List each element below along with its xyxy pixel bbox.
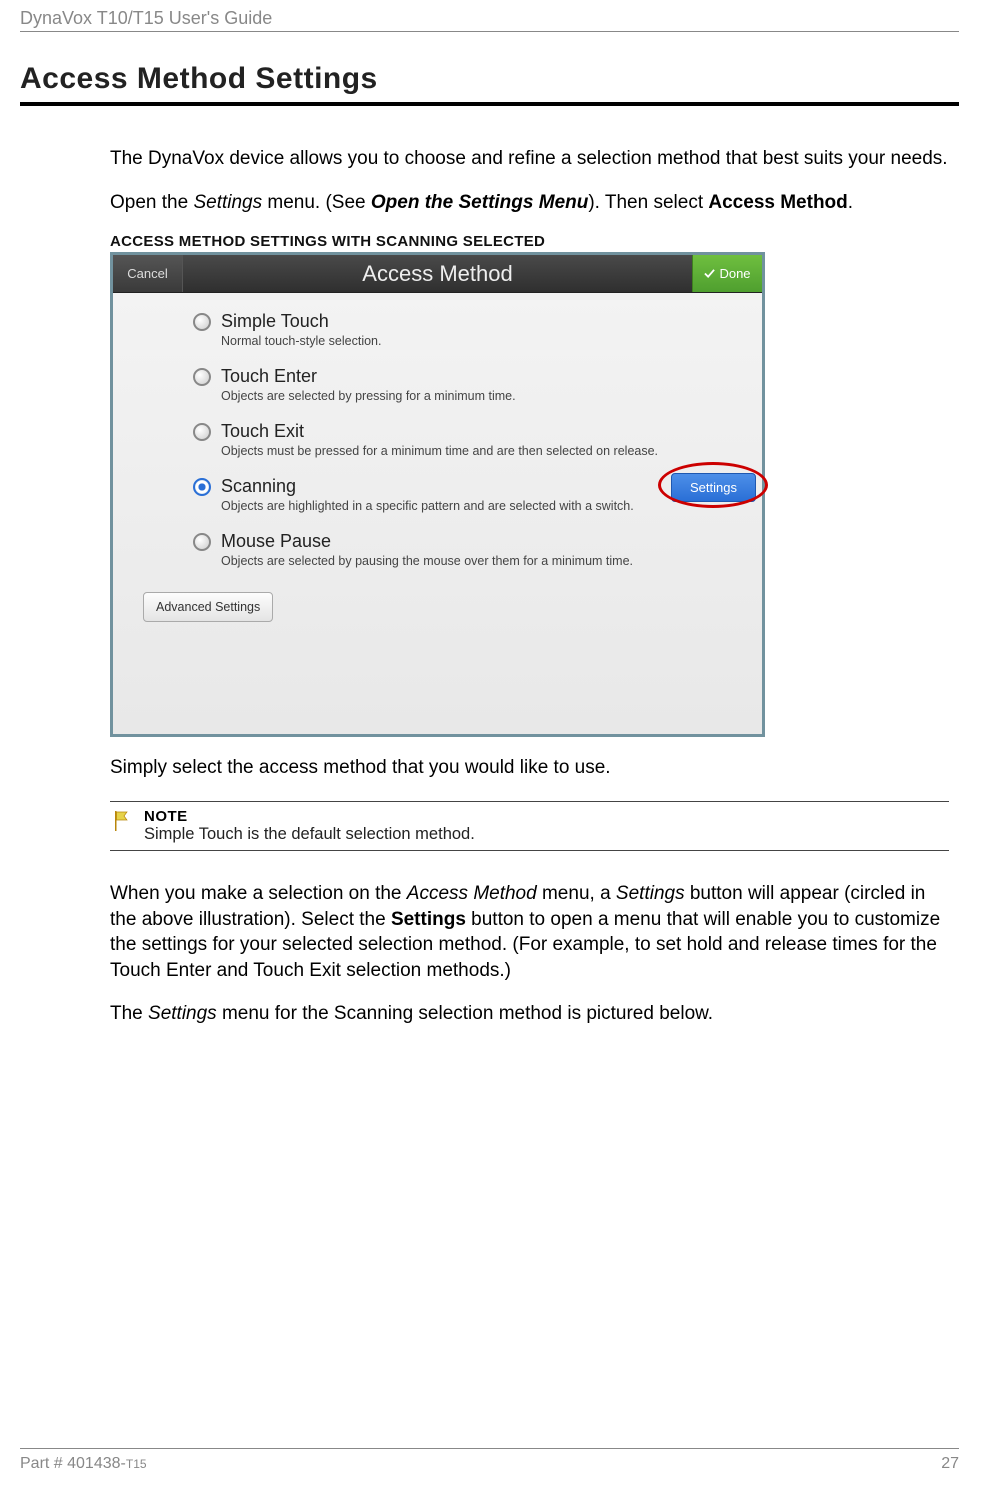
radio-icon[interactable] xyxy=(193,368,211,386)
text: Open the xyxy=(110,192,193,213)
screenshot-caption: ACCESS METHOD SETTINGS WITH SCANNING SEL… xyxy=(110,233,949,250)
option-desc: Objects are selected by pausing the mous… xyxy=(221,554,748,568)
settings-button[interactable]: Settings xyxy=(671,473,756,502)
access-method-strong: Access Method xyxy=(708,192,847,213)
settings-em: Settings xyxy=(193,192,262,213)
note-body: Simple Touch is the default selection me… xyxy=(144,825,475,844)
option-desc: Objects must be pressed for a minimum ti… xyxy=(221,444,748,458)
option-label: Touch Exit xyxy=(221,421,304,442)
option-touch-enter[interactable]: Touch Enter Objects are selected by pres… xyxy=(193,366,748,403)
part-suffix: T15 xyxy=(126,1457,147,1471)
text: . xyxy=(848,192,853,213)
em: Settings xyxy=(148,1003,217,1024)
radio-icon[interactable] xyxy=(193,313,211,331)
part-prefix: Part # 401438- xyxy=(20,1455,126,1472)
option-label: Scanning xyxy=(221,476,296,497)
note-title: NOTE xyxy=(144,808,475,825)
section-title: Access Method Settings xyxy=(20,62,959,106)
doc-header: DynaVox T10/T15 User's Guide xyxy=(20,8,959,32)
option-desc: Normal touch-style selection. xyxy=(221,334,748,348)
radio-icon[interactable] xyxy=(193,423,211,441)
settings-button-paragraph: When you make a selection on the Access … xyxy=(110,881,949,984)
text: When you make a selection on the xyxy=(110,883,407,904)
done-label: Done xyxy=(719,266,750,281)
option-desc: Objects are highlighted in a specific pa… xyxy=(221,499,748,513)
option-label: Mouse Pause xyxy=(221,531,331,552)
radio-icon[interactable] xyxy=(193,533,211,551)
strong: Settings xyxy=(391,909,466,930)
em: Access Method xyxy=(407,883,537,904)
cancel-button[interactable]: Cancel xyxy=(113,255,183,292)
intro-paragraph: The DynaVox device allows you to choose … xyxy=(110,146,949,172)
note-block: NOTE Simple Touch is the default selecti… xyxy=(110,801,949,851)
text: menu. (See xyxy=(262,192,371,213)
text: The xyxy=(110,1003,148,1024)
option-scanning[interactable]: Scanning Settings Objects are highlighte… xyxy=(193,476,748,513)
em: Settings xyxy=(616,883,685,904)
scanning-settings-paragraph: The Settings menu for the Scanning selec… xyxy=(110,1001,949,1027)
option-simple-touch[interactable]: Simple Touch Normal touch-style selectio… xyxy=(193,311,748,348)
page-number: 27 xyxy=(941,1455,959,1473)
dialog-header: Cancel Access Method Done xyxy=(113,255,762,293)
option-mouse-pause[interactable]: Mouse Pause Objects are selected by paus… xyxy=(193,531,748,568)
option-label: Touch Enter xyxy=(221,366,317,387)
check-icon xyxy=(704,268,715,279)
access-method-screenshot: Cancel Access Method Done Simple Touch N… xyxy=(110,252,765,737)
open-settings-ref: Open the Settings Menu xyxy=(371,192,588,213)
open-settings-paragraph: Open the Settings menu. (See Open the Se… xyxy=(110,190,949,216)
page-footer: Part # 401438-T15 27 xyxy=(20,1448,959,1473)
text: menu for the Scanning selection method i… xyxy=(217,1003,713,1024)
option-desc: Objects are selected by pressing for a m… xyxy=(221,389,748,403)
flag-icon xyxy=(112,810,130,832)
option-touch-exit[interactable]: Touch Exit Objects must be pressed for a… xyxy=(193,421,748,458)
radio-icon-selected[interactable] xyxy=(193,478,211,496)
dialog-title: Access Method xyxy=(183,255,692,292)
done-button[interactable]: Done xyxy=(692,255,762,292)
option-label: Simple Touch xyxy=(221,311,329,332)
text: menu, a xyxy=(537,883,616,904)
part-number: Part # 401438-T15 xyxy=(20,1455,147,1473)
advanced-settings-button[interactable]: Advanced Settings xyxy=(143,592,273,622)
text: ). Then select xyxy=(588,192,708,213)
select-method-paragraph: Simply select the access method that you… xyxy=(110,755,949,781)
